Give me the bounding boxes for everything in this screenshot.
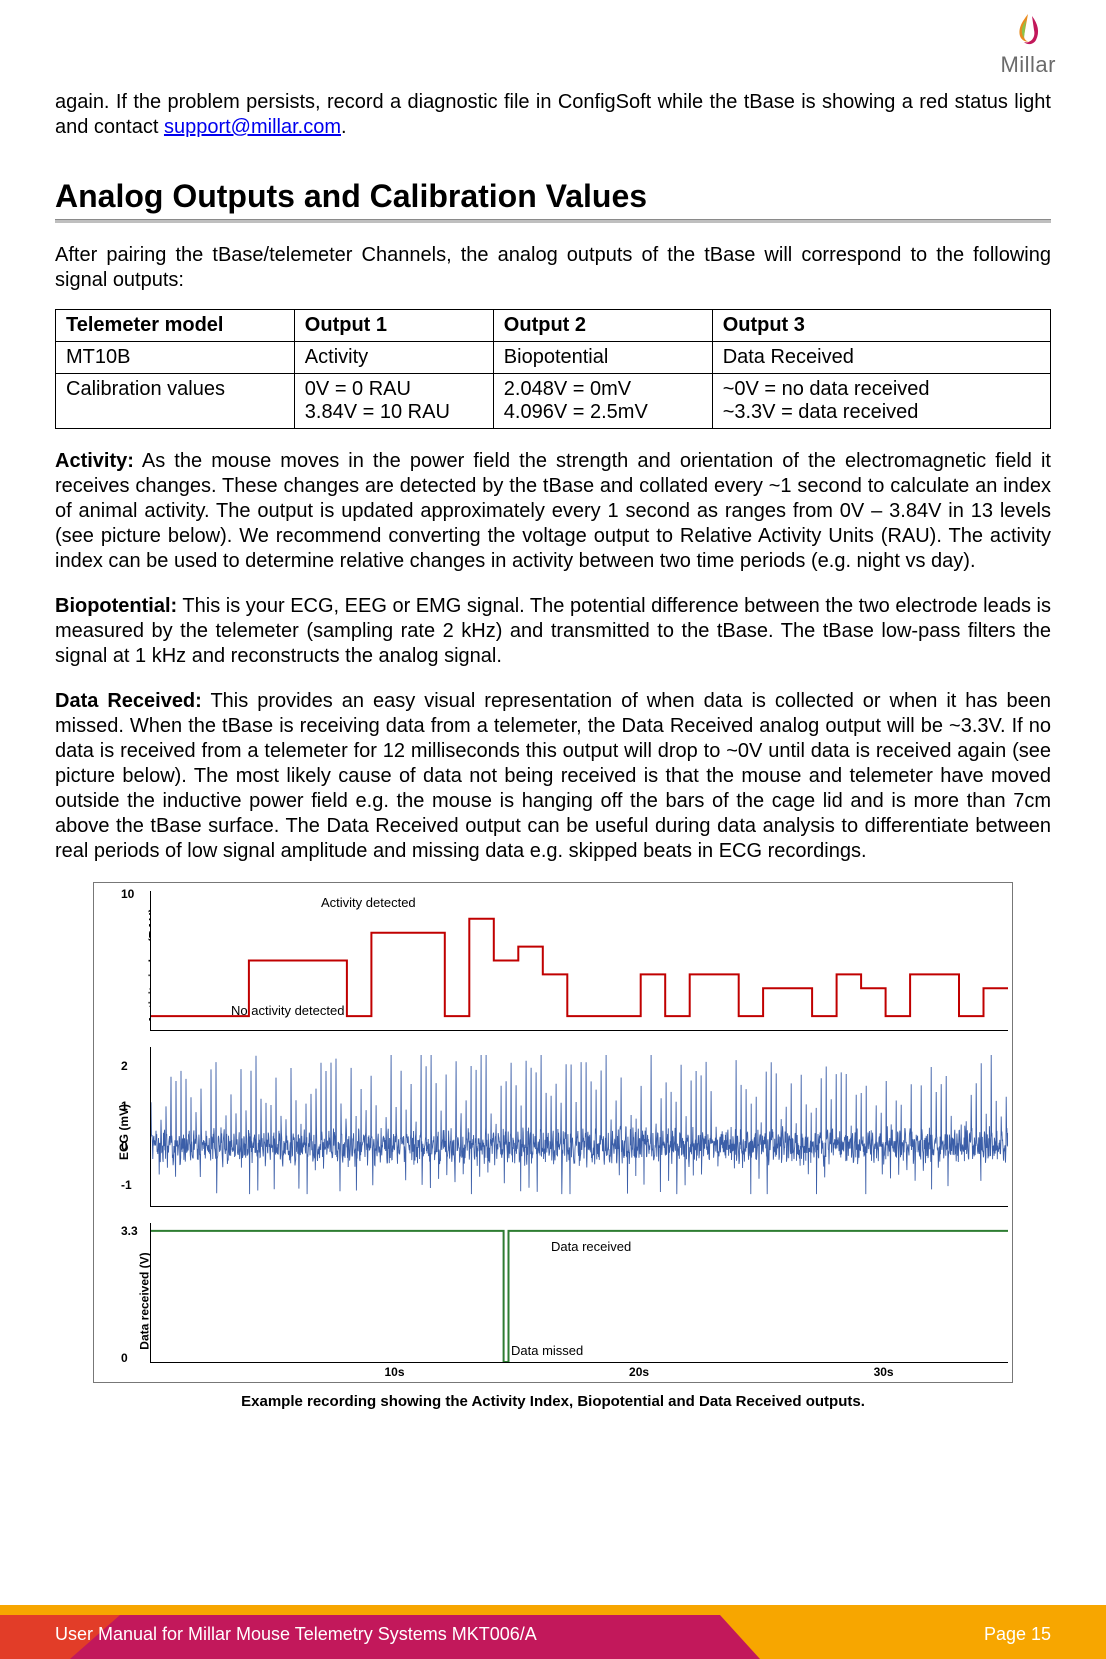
flame-icon <box>1008 12 1048 52</box>
xtick: 10s <box>385 1365 405 1379</box>
lead-paragraph: After pairing the tBase/telemeter Channe… <box>55 243 1051 293</box>
ytick: 1 <box>121 1099 128 1113</box>
chart-activity: Activity index (RAU) 10 Activity detecte… <box>98 891 1008 1041</box>
intro-paragraph: again. If the problem persists, record a… <box>55 90 1051 140</box>
td-cal2: 2.048V = 0mV 4.096V = 2.5mV <box>493 374 712 429</box>
table-row: MT10B Activity Biopotential Data Receive… <box>56 342 1051 374</box>
xaxis: 10s 20s 30s <box>150 1363 1008 1383</box>
th-model: Telemeter model <box>56 310 295 342</box>
th-out1: Output 1 <box>294 310 493 342</box>
td-cal-label: Calibration values <box>56 374 295 429</box>
cal-line: 3.84V = 10 RAU <box>305 401 450 423</box>
ytick: 0 <box>121 1139 128 1153</box>
plot-activity: 10 Activity detected No activity detecte… <box>150 891 1008 1031</box>
footer-right: Page 15 <box>984 1624 1051 1645</box>
heading-rule <box>55 219 1051 223</box>
ytick: 2 <box>121 1059 128 1073</box>
cal-line: 4.096V = 2.5mV <box>504 401 648 423</box>
bio-text: This is your ECG, EEG or EMG signal. The… <box>55 595 1051 667</box>
th-out2: Output 2 <box>493 310 712 342</box>
chart-ecg: ECG (mV) 2 1 0 -1 <box>98 1047 1008 1217</box>
cal-line: 0V = 0 RAU <box>305 378 411 400</box>
page-footer: User Manual for Millar Mouse Telemetry S… <box>0 1605 1106 1659</box>
activity-line <box>151 891 1008 1030</box>
cal-line: ~3.3V = data received <box>723 401 919 423</box>
data-received-line <box>151 1223 1008 1362</box>
xtick: 20s <box>629 1365 649 1379</box>
chart-data-received: Data received (V) 3.3 0 Data received Da… <box>98 1223 1008 1378</box>
brand-logo: Millar <box>1000 12 1056 78</box>
activity-label: Activity: <box>55 450 134 472</box>
section-heading: Analog Outputs and Calibration Values <box>55 178 1051 215</box>
charts-figure: Activity index (RAU) 10 Activity detecte… <box>93 882 1013 1383</box>
td-out1: Activity <box>294 342 493 374</box>
td-out2: Biopotential <box>493 342 712 374</box>
td-cal3: ~0V = no data received ~3.3V = data rece… <box>712 374 1050 429</box>
table-header-row: Telemeter model Output 1 Output 2 Output… <box>56 310 1051 342</box>
cal-line: 2.048V = 0mV <box>504 378 631 400</box>
ytick: 10 <box>121 887 134 901</box>
dr-label: Data Received: <box>55 690 202 712</box>
activity-paragraph: Activity: As the mouse moves in the powe… <box>55 449 1051 574</box>
brand-name: Millar <box>1000 52 1056 78</box>
table-row: Calibration values 0V = 0 RAU 3.84V = 10… <box>56 374 1051 429</box>
td-model: MT10B <box>56 342 295 374</box>
support-email-link[interactable]: support@millar.com <box>164 116 341 138</box>
plot-data-received: 3.3 0 Data received Data missed <box>150 1223 1008 1363</box>
ecg-line <box>151 1047 1008 1206</box>
outputs-table: Telemeter model Output 1 Output 2 Output… <box>55 309 1051 429</box>
td-out3: Data Received <box>712 342 1050 374</box>
cal-line: ~0V = no data received <box>723 378 930 400</box>
intro-text-after: . <box>341 116 347 138</box>
ytick: 3.3 <box>121 1224 138 1238</box>
bio-label: Biopotential: <box>55 595 177 617</box>
xtick: 30s <box>874 1365 894 1379</box>
biopotential-paragraph: Biopotential: This is your ECG, EEG or E… <box>55 594 1051 669</box>
ytick: 0 <box>121 1351 128 1365</box>
dr-text: This provides an easy visual representat… <box>55 690 1051 862</box>
ytick: -1 <box>121 1178 132 1192</box>
chart-caption: Example recording showing the Activity I… <box>55 1393 1051 1410</box>
footer-left: User Manual for Millar Mouse Telemetry S… <box>55 1624 537 1645</box>
data-received-paragraph: Data Received: This provides an easy vis… <box>55 689 1051 864</box>
td-cal1: 0V = 0 RAU 3.84V = 10 RAU <box>294 374 493 429</box>
th-out3: Output 3 <box>712 310 1050 342</box>
activity-text: As the mouse moves in the power field th… <box>55 450 1051 572</box>
plot-ecg: 2 1 0 -1 <box>150 1047 1008 1207</box>
